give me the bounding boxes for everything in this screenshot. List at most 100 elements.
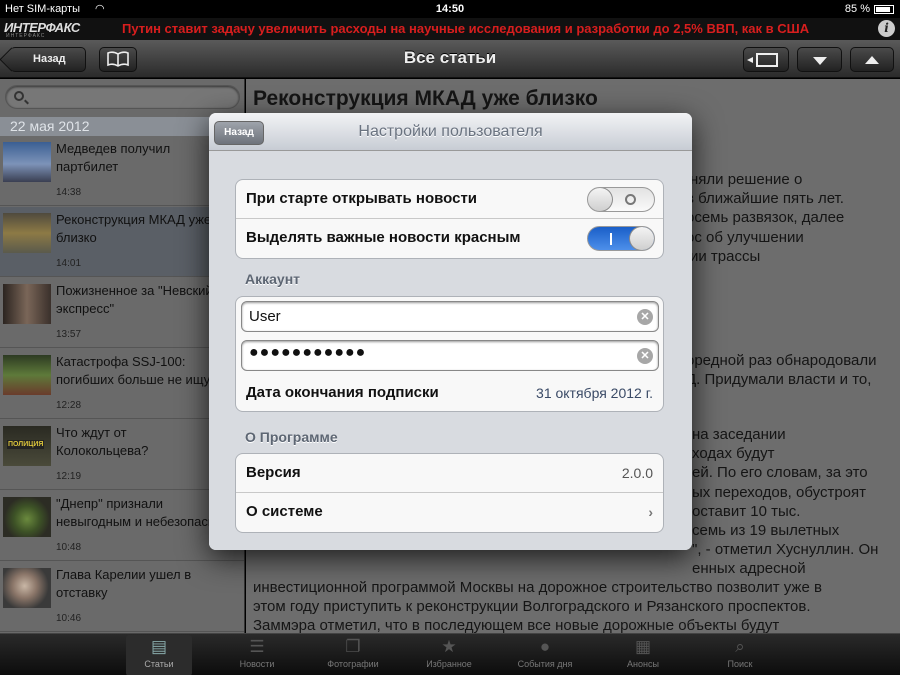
article-text-line: ходах будут [692,445,775,462]
password-field[interactable]: ●●●●●●●●●●● ✕ [241,340,659,371]
article-time: 14:01 [56,258,82,269]
toggle-knob [629,227,654,250]
star-icon: ★ [441,637,457,656]
article-text-line: этом году приступить к реконструкции Вол… [253,598,811,615]
version-label: Версия [246,464,301,481]
battery-icon [874,5,894,14]
article-text-line: ии трассы [690,248,761,265]
tab-articles[interactable]: ▤ Статьи [126,635,192,675]
version-value: 2.0.0 [621,465,653,481]
account-section-header: Аккаунт [245,271,301,287]
articles-icon: ▤ [150,637,168,656]
clock: 14:50 [435,3,465,15]
article-text-line: в ближайшие пять лет. [686,190,844,207]
user-settings-dialog: Назад Настройки пользователя При старте … [209,113,692,550]
account-group: User ✕ ●●●●●●●●●●● ✕ Дата окончания подп… [235,296,664,412]
article-text-line: ей. По его словам, за это [692,464,868,481]
article-text-line: инвестиционной программой Москвы на доро… [253,579,822,596]
article-thumbnail: ПОЛИЦИЯ [3,426,51,466]
version-row: Версия 2.0.0 [236,454,663,493]
search-input[interactable] [5,85,240,109]
news-ticker: ИНТЕРФАКС ИНТЕРФАКС Путин ставит задачу … [0,18,900,40]
clear-icon[interactable]: ✕ [637,309,653,325]
tab-label: Новости [239,659,275,669]
news-icon: ☰ [249,637,265,656]
sidebar-icon [747,53,778,67]
article-text-line: ос об улучшении [686,229,804,246]
on-mark-icon [610,233,612,245]
article-thumbnail [3,355,51,395]
tab-label: Избранное [426,659,472,669]
article-heading: Реконструкция МКАД уже близко [253,87,598,110]
password-value: ●●●●●●●●●●● [249,344,367,361]
search-icon [14,91,24,101]
off-mark-icon [625,194,636,205]
article-text-line: Заммэра отметил, что в последующем все н… [253,617,780,633]
highlight-important-row: Выделять важные новости красным [236,219,663,258]
arrow-down-icon [812,57,827,65]
dialog-body: При старте открывать новости Выделять ва… [209,151,692,550]
username-field[interactable]: User ✕ [241,301,659,332]
tab-photos[interactable]: ❐ Фотографии [320,635,386,675]
open-news-on-start-toggle[interactable] [587,187,655,212]
article-text-line: ", - отметил Хуснуллин. Он [692,541,879,558]
article-thumbnail [3,497,51,537]
article-text-line: осемь развязок, далее [686,209,845,226]
tab-label: Статьи [144,659,174,669]
tab-favorites[interactable]: ★ Избранное [416,635,482,675]
calendar-icon: ▦ [634,637,652,656]
article-text-line: оставит 10 тыс. [692,503,801,520]
clear-icon[interactable]: ✕ [637,348,653,364]
tab-label: Поиск [727,659,753,669]
nav-bar: Назад Все статьи [0,40,900,78]
subscription-label: Дата окончания подписки [246,384,439,401]
subscription-row: Дата окончания подписки 31 октября 2012 … [236,374,663,412]
tab-search[interactable]: ⌕ Поиск [707,635,773,675]
status-bar: Нет SIM-карты ◠ 14:50 85 % [0,0,900,18]
dialog-header: Назад Настройки пользователя [209,113,692,151]
battery-percent: 85 % [844,3,870,15]
tab-label: Анонсы [627,659,659,669]
tab-bar: ▤ Статьи ☰ Новости ❐ Фотографии ★ Избранное … [0,633,900,675]
photos-icon: ❐ [345,637,361,656]
toggles-group: При старте открывать новости Выделять ва… [235,179,664,259]
article-time: 12:28 [56,400,82,411]
arrow-up-icon [865,56,879,64]
article-thumbnail [3,213,51,253]
next-article-button[interactable] [797,47,842,72]
about-system-row[interactable]: О системе › [236,493,663,532]
article-thumbnail [3,142,51,182]
toggle-knob [588,188,613,211]
search-icon: ⌕ [735,637,745,656]
logo-subtitle: ИНТЕРФАКС [6,33,46,39]
tab-label: Фотографии [327,659,379,669]
subscription-date: 31 октября 2012 г. [536,385,653,401]
article-text-line: ых переходов, обустроят [692,484,866,501]
ticker-headline[interactable]: Путин ставит задачу увеличить расходы на… [122,21,809,36]
tab-label: События дня [517,659,573,669]
article-text-line: на заседании [692,426,786,443]
article-thumbnail [3,284,51,324]
article-text-line: енных адресной [692,560,806,577]
article-time: 14:38 [56,187,82,198]
toggle-sidebar-button[interactable] [743,47,789,72]
article-text-line: няли решение о [690,171,803,188]
tab-events[interactable]: ● События дня [512,635,578,675]
info-icon[interactable]: i [878,20,895,37]
about-section-header: О Программе [245,429,338,445]
tab-announcements[interactable]: ▦ Анонсы [610,635,676,675]
lightbulb-icon: ● [539,637,551,656]
article-title: Глава Карелии ушел в отставку [56,567,192,600]
highlight-important-toggle[interactable] [587,226,655,251]
tab-news[interactable]: ☰ Новости [224,635,290,675]
previous-article-button[interactable] [850,47,894,72]
highlight-important-label: Выделять важные новости красным [246,229,521,246]
chevron-right-icon: › [648,504,653,520]
article-text-line: Д. Придумали власти и то, [686,371,872,388]
open-news-on-start-row: При старте открывать новости [236,180,663,219]
about-group: Версия 2.0.0 О системе › [235,453,664,533]
article-time: 12:19 [56,471,82,482]
list-item[interactable]: Глава Карелии ушел в отставку 10:46 [0,562,244,632]
article-time: 13:57 [56,329,82,340]
about-system-label: О системе [246,503,323,520]
